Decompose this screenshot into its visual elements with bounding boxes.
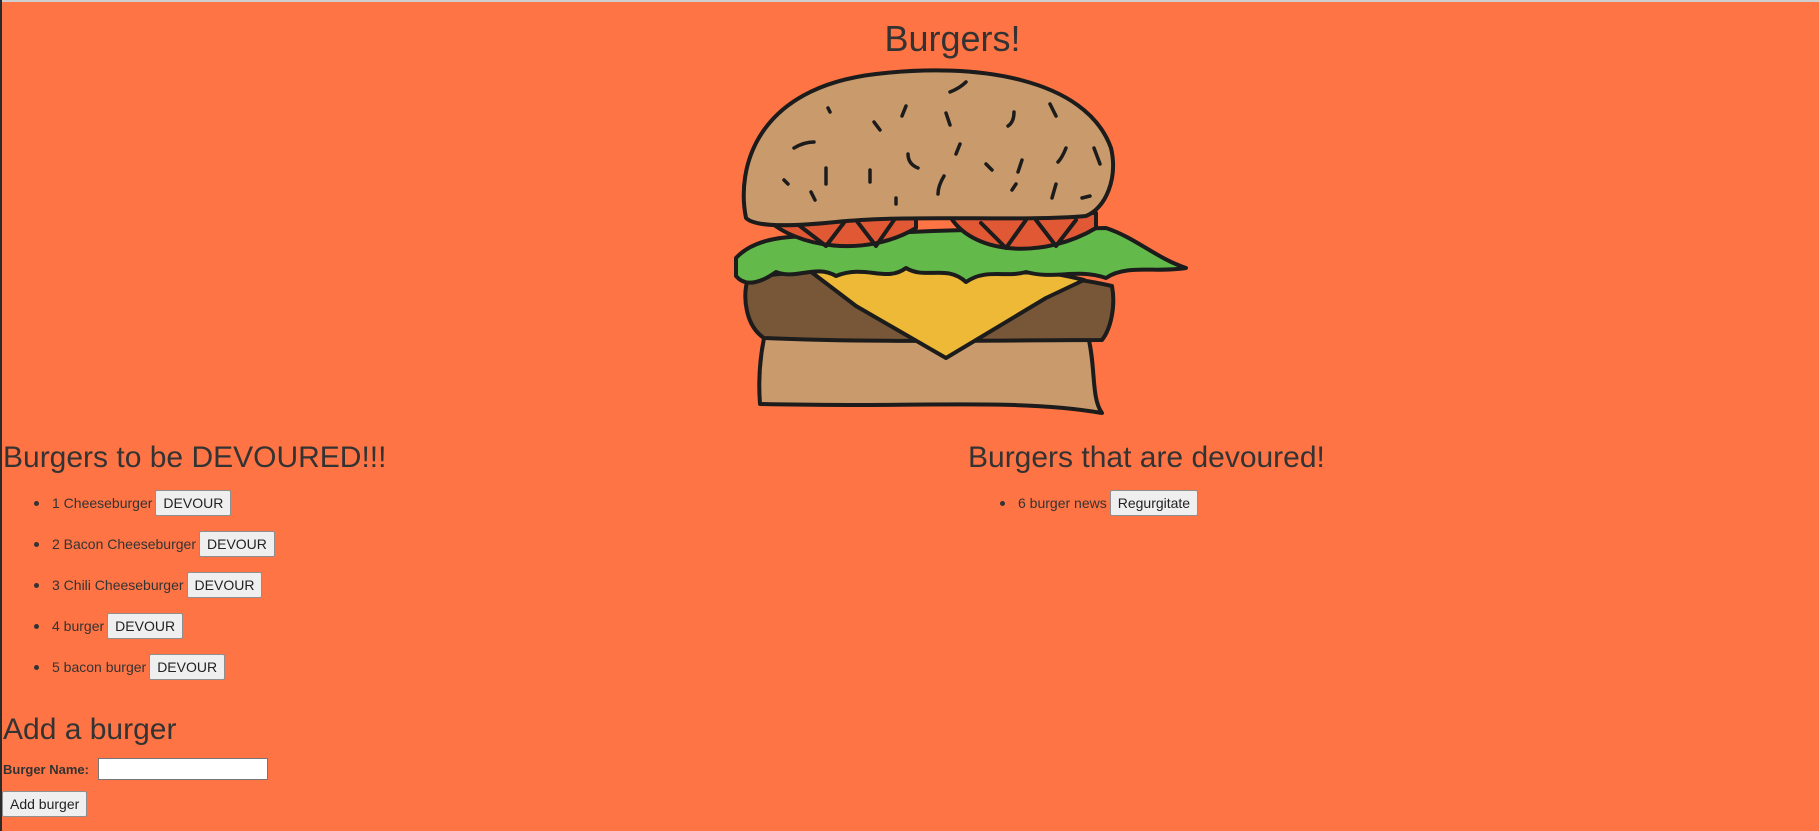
add-burger-heading: Add a burger (3, 713, 177, 746)
list-item: 2 Bacon Cheeseburger DEVOUR (2, 523, 902, 564)
burger-name: 3 Chili Cheeseburger (52, 576, 184, 593)
uneaten-heading: Burgers to be DEVOURED!!! (3, 441, 387, 474)
window-left-border (0, 0, 2, 831)
add-burger-button[interactable]: Add burger (2, 791, 88, 817)
devour-button[interactable]: DEVOUR (155, 489, 232, 516)
list-item: 3 Chili Cheeseburger DEVOUR (2, 564, 902, 605)
devour-button[interactable]: DEVOUR (199, 530, 275, 557)
burger-name: 2 Bacon Cheeseburger (52, 535, 196, 552)
list-item: 6 burger news Regurgitate (968, 482, 1768, 523)
list-item: 4 burger DEVOUR (2, 605, 902, 646)
burger-name: 6 burger news (1018, 494, 1107, 511)
window-top-border (0, 0, 1819, 2)
devoured-heading: Burgers that are devoured! (968, 441, 1325, 474)
burger-name-input[interactable] (98, 758, 268, 780)
burger-name: 1 Cheeseburger (52, 494, 153, 511)
top-bun (741, 68, 1116, 228)
list-item: 5 bacon burger DEVOUR (2, 646, 902, 687)
burger-name: 4 burger (52, 617, 105, 634)
devoured-list: 6 burger news Regurgitate (968, 482, 1768, 523)
page-title: Burgers! (884, 18, 1021, 59)
burger-name-label: Burger Name: (3, 762, 89, 777)
devour-button[interactable]: DEVOUR (186, 571, 263, 598)
uneaten-list: 1 Cheeseburger DEVOUR 2 Bacon Cheeseburg… (2, 482, 902, 687)
list-item: 1 Cheeseburger DEVOUR (2, 482, 902, 523)
devour-button[interactable]: DEVOUR (107, 612, 184, 639)
burger-name: 5 bacon burger (52, 658, 147, 675)
regurgitate-button[interactable]: Regurgitate (1109, 489, 1199, 516)
devour-button[interactable]: DEVOUR (149, 653, 226, 680)
burger-illustration (734, 68, 1188, 415)
